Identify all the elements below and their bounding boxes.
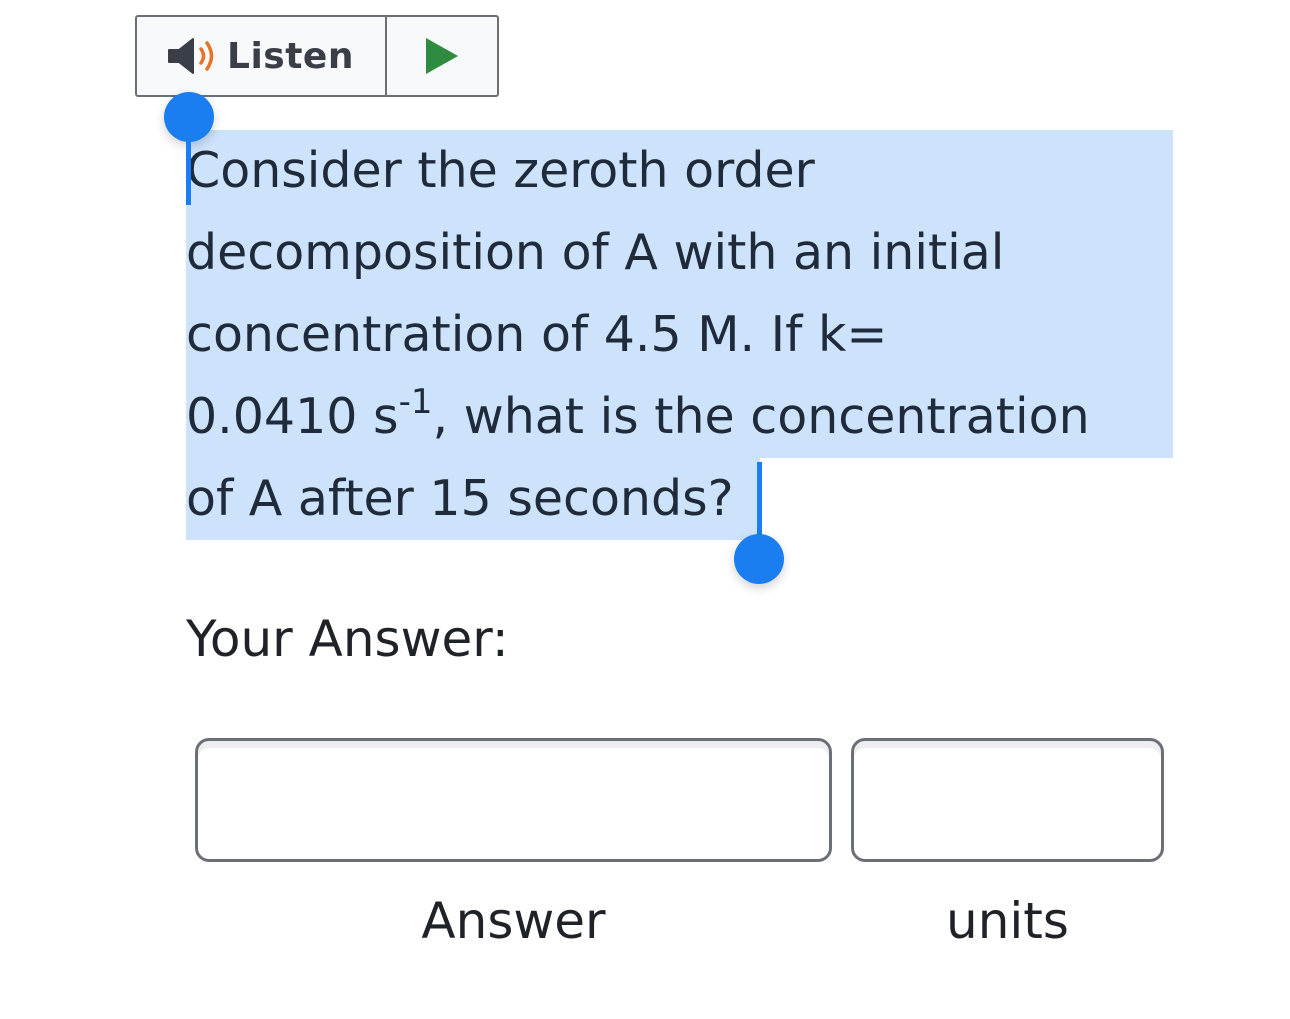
- listen-toolbar: Listen: [135, 15, 499, 97]
- play-icon: [426, 38, 458, 74]
- answer-label: Answer: [421, 892, 606, 950]
- units-label: units: [946, 892, 1069, 950]
- question-line: of A after 15 seconds?: [186, 458, 1176, 540]
- listen-button[interactable]: Listen: [137, 17, 387, 95]
- question-line: Consider the zeroth order: [186, 130, 1176, 212]
- selection-start-caret: [186, 135, 191, 205]
- units-input[interactable]: [851, 738, 1164, 862]
- selection-end-caret: [757, 462, 762, 542]
- exponent: -1: [398, 382, 433, 422]
- selection-end-handle[interactable]: [734, 534, 784, 584]
- speaker-icon: [168, 38, 214, 74]
- page: Listen Consider the zeroth order decompo…: [0, 0, 1290, 1019]
- question-line: concentration of 4.5 M. If k=: [186, 294, 1176, 376]
- question-text: Consider the zeroth order decomposition …: [186, 130, 1176, 540]
- question-line: decomposition of A with an initial: [186, 212, 1176, 294]
- answer-input[interactable]: [195, 738, 832, 862]
- listen-label: Listen: [227, 35, 354, 77]
- play-button[interactable]: [387, 17, 497, 95]
- question-line: 0.0410 s-1, what is the concentration: [186, 376, 1176, 458]
- your-answer-heading: Your Answer:: [186, 610, 509, 668]
